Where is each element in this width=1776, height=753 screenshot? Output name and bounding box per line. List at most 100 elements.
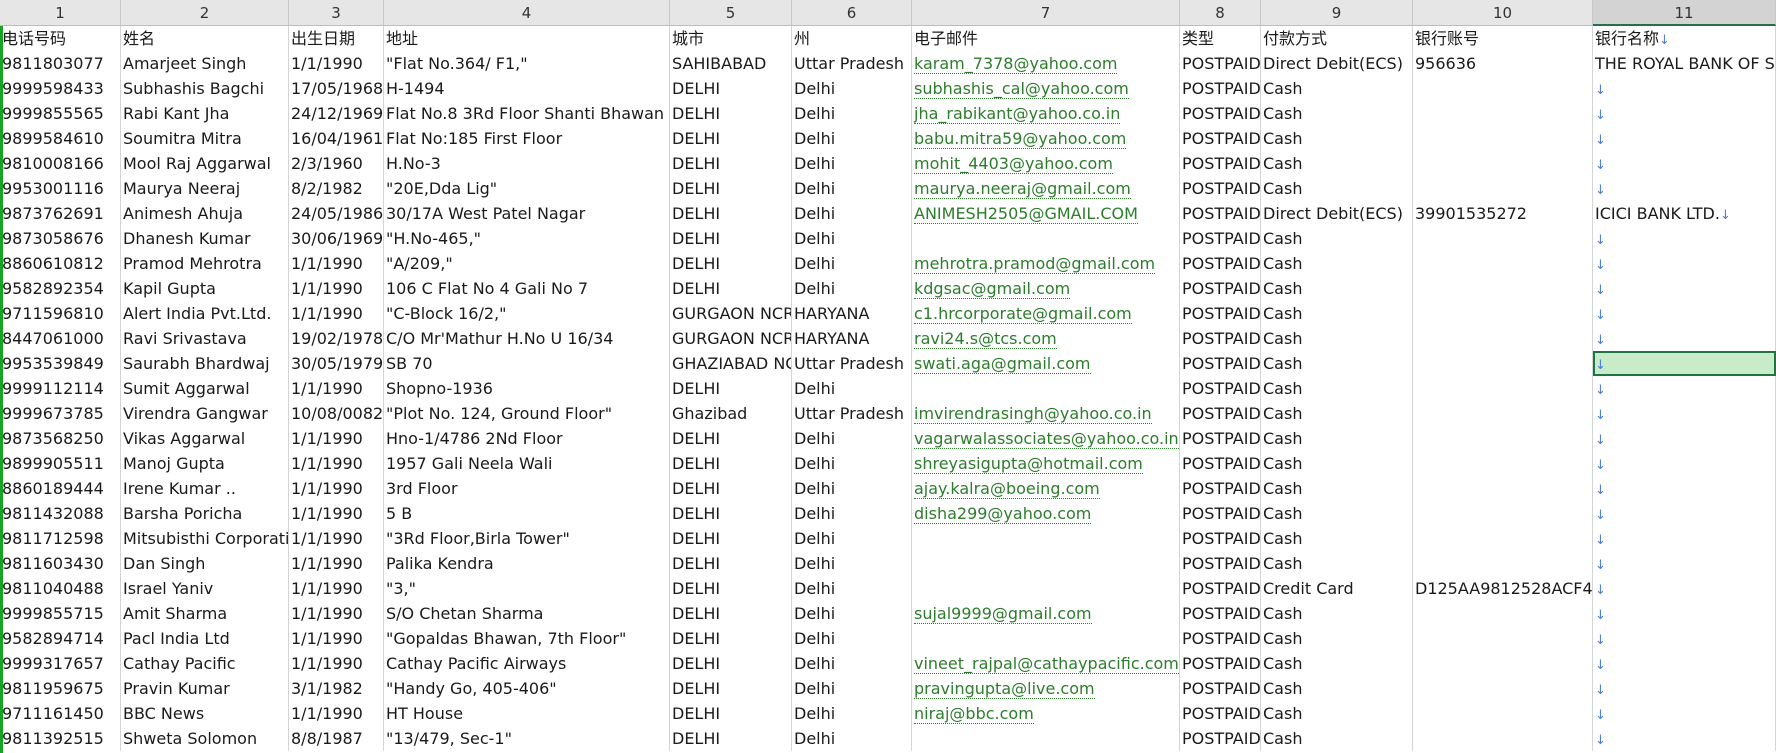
email-link[interactable]: sujal9999@gmail.com bbox=[914, 604, 1092, 624]
table-cell[interactable]: Cash bbox=[1261, 276, 1413, 301]
field-header-cell[interactable]: 出生日期 bbox=[289, 26, 384, 51]
table-cell[interactable]: vineet_rajpal@cathaypacific.com bbox=[912, 651, 1180, 676]
table-cell[interactable]: "3," bbox=[384, 576, 670, 601]
table-cell[interactable]: 9999598433 bbox=[0, 76, 121, 101]
table-cell[interactable]: 9711596810 bbox=[0, 301, 121, 326]
table-cell[interactable] bbox=[912, 576, 1180, 601]
table-cell[interactable]: H-1494 bbox=[384, 76, 670, 101]
table-cell[interactable]: 1/1/1990 bbox=[289, 276, 384, 301]
table-cell[interactable]: 9953539849 bbox=[0, 351, 121, 376]
table-cell[interactable] bbox=[1413, 151, 1593, 176]
table-cell[interactable]: Barsha Poricha bbox=[121, 501, 289, 526]
table-cell[interactable]: Cash bbox=[1261, 126, 1413, 151]
table-cell[interactable]: Cash bbox=[1261, 301, 1413, 326]
table-cell[interactable]: ↓ bbox=[1593, 476, 1776, 501]
table-cell[interactable]: 2/3/1960 bbox=[289, 151, 384, 176]
table-cell[interactable]: Cathay Pacific Airways bbox=[384, 651, 670, 676]
table-cell[interactable]: 9811040488 bbox=[0, 576, 121, 601]
table-cell[interactable]: ↓ bbox=[1593, 426, 1776, 451]
table-cell[interactable]: POSTPAID bbox=[1180, 551, 1261, 576]
table-cell[interactable]: Cash bbox=[1261, 101, 1413, 126]
table-cell[interactable]: ↓ bbox=[1593, 726, 1776, 751]
table-cell[interactable]: 8447061000 bbox=[0, 326, 121, 351]
table-cell[interactable]: Amit Sharma bbox=[121, 601, 289, 626]
table-cell[interactable]: Animesh Ahuja bbox=[121, 201, 289, 226]
table-cell[interactable]: Delhi bbox=[792, 601, 912, 626]
table-cell[interactable]: Delhi bbox=[792, 701, 912, 726]
table-cell[interactable]: "C-Block 16/2," bbox=[384, 301, 670, 326]
email-link[interactable]: pravingupta@live.com bbox=[914, 679, 1095, 699]
table-cell[interactable]: Flat No:185 First Floor bbox=[384, 126, 670, 151]
table-cell[interactable]: ↓ bbox=[1593, 326, 1776, 351]
table-cell[interactable]: DELHI bbox=[670, 676, 792, 701]
table-cell[interactable]: Cash bbox=[1261, 401, 1413, 426]
table-cell[interactable]: jha_rabikant@yahoo.co.in bbox=[912, 101, 1180, 126]
table-cell[interactable] bbox=[1413, 526, 1593, 551]
table-cell[interactable]: babu.mitra59@yahoo.com bbox=[912, 126, 1180, 151]
table-cell[interactable] bbox=[912, 626, 1180, 651]
table-cell[interactable]: ICICI BANK LTD.↓ bbox=[1593, 201, 1776, 226]
table-cell[interactable]: 1/1/1990 bbox=[289, 476, 384, 501]
table-cell[interactable]: POSTPAID bbox=[1180, 401, 1261, 426]
table-cell[interactable]: Cash bbox=[1261, 151, 1413, 176]
table-cell[interactable]: 8/8/1987 bbox=[289, 726, 384, 751]
table-cell[interactable]: POSTPAID bbox=[1180, 376, 1261, 401]
table-cell[interactable]: c1.hrcorporate@gmail.com bbox=[912, 301, 1180, 326]
table-cell[interactable]: Alert India Pvt.Ltd. bbox=[121, 301, 289, 326]
table-cell[interactable]: Uttar Pradesh bbox=[792, 351, 912, 376]
table-cell[interactable]: Delhi bbox=[792, 226, 912, 251]
table-cell[interactable]: BBC News bbox=[121, 701, 289, 726]
table-cell[interactable]: Pacl India Ltd bbox=[121, 626, 289, 651]
table-cell[interactable]: Cash bbox=[1261, 426, 1413, 451]
table-cell[interactable]: DELHI bbox=[670, 126, 792, 151]
column-header-4[interactable]: 4 bbox=[384, 0, 670, 26]
table-cell[interactable] bbox=[1413, 476, 1593, 501]
table-cell[interactable]: ↓ bbox=[1593, 251, 1776, 276]
table-cell[interactable]: Cash bbox=[1261, 176, 1413, 201]
table-cell[interactable]: POSTPAID bbox=[1180, 351, 1261, 376]
table-cell[interactable]: 9811603430 bbox=[0, 551, 121, 576]
field-header-cell[interactable]: 姓名 bbox=[121, 26, 289, 51]
table-cell[interactable]: 9810008166 bbox=[0, 151, 121, 176]
table-cell[interactable]: ↓ bbox=[1593, 301, 1776, 326]
table-cell[interactable]: Delhi bbox=[792, 526, 912, 551]
table-cell[interactable]: mohit_4403@yahoo.com bbox=[912, 151, 1180, 176]
table-cell[interactable]: Uttar Pradesh bbox=[792, 401, 912, 426]
table-cell[interactable]: 1/1/1990 bbox=[289, 501, 384, 526]
column-header-3[interactable]: 3 bbox=[289, 0, 384, 26]
table-cell[interactable]: 1/1/1990 bbox=[289, 251, 384, 276]
table-cell[interactable]: GHAZIABAD NC bbox=[670, 351, 792, 376]
table-cell[interactable]: POSTPAID bbox=[1180, 451, 1261, 476]
table-cell[interactable]: POSTPAID bbox=[1180, 526, 1261, 551]
table-cell[interactable]: ↓ bbox=[1593, 101, 1776, 126]
table-cell[interactable] bbox=[912, 526, 1180, 551]
table-cell[interactable]: Pravin Kumar bbox=[121, 676, 289, 701]
table-cell[interactable]: disha299@yahoo.com bbox=[912, 501, 1180, 526]
table-cell[interactable] bbox=[1413, 651, 1593, 676]
table-cell[interactable]: 1/1/1990 bbox=[289, 626, 384, 651]
table-cell[interactable]: "3Rd Floor,Birla Tower" bbox=[384, 526, 670, 551]
table-cell[interactable]: Cash bbox=[1261, 326, 1413, 351]
table-cell[interactable]: POSTPAID bbox=[1180, 126, 1261, 151]
table-cell[interactable]: Delhi bbox=[792, 376, 912, 401]
table-cell[interactable]: Ravi Srivastava bbox=[121, 326, 289, 351]
table-cell[interactable]: Israel Yaniv bbox=[121, 576, 289, 601]
table-cell[interactable]: DELHI bbox=[670, 176, 792, 201]
email-link[interactable]: jha_rabikant@yahoo.co.in bbox=[914, 104, 1121, 124]
table-cell[interactable]: "20E,Dda Lig" bbox=[384, 176, 670, 201]
table-cell[interactable]: 1957 Gali Neela Wali bbox=[384, 451, 670, 476]
table-cell[interactable]: Delhi bbox=[792, 426, 912, 451]
table-cell[interactable]: 5 B bbox=[384, 501, 670, 526]
table-cell[interactable]: ↓ bbox=[1593, 701, 1776, 726]
column-header-11[interactable]: 11 bbox=[1593, 0, 1776, 26]
table-cell[interactable] bbox=[1413, 226, 1593, 251]
table-cell[interactable]: 1/1/1990 bbox=[289, 51, 384, 76]
table-cell[interactable]: DELHI bbox=[670, 651, 792, 676]
table-cell[interactable]: POSTPAID bbox=[1180, 276, 1261, 301]
table-cell[interactable]: 3/1/1982 bbox=[289, 676, 384, 701]
table-cell[interactable]: 8860189444 bbox=[0, 476, 121, 501]
table-cell[interactable]: 1/1/1990 bbox=[289, 451, 384, 476]
email-link[interactable]: vagarwalassociates@yahoo.co.in bbox=[914, 429, 1179, 449]
table-cell[interactable] bbox=[1413, 726, 1593, 751]
table-cell[interactable]: DELHI bbox=[670, 426, 792, 451]
